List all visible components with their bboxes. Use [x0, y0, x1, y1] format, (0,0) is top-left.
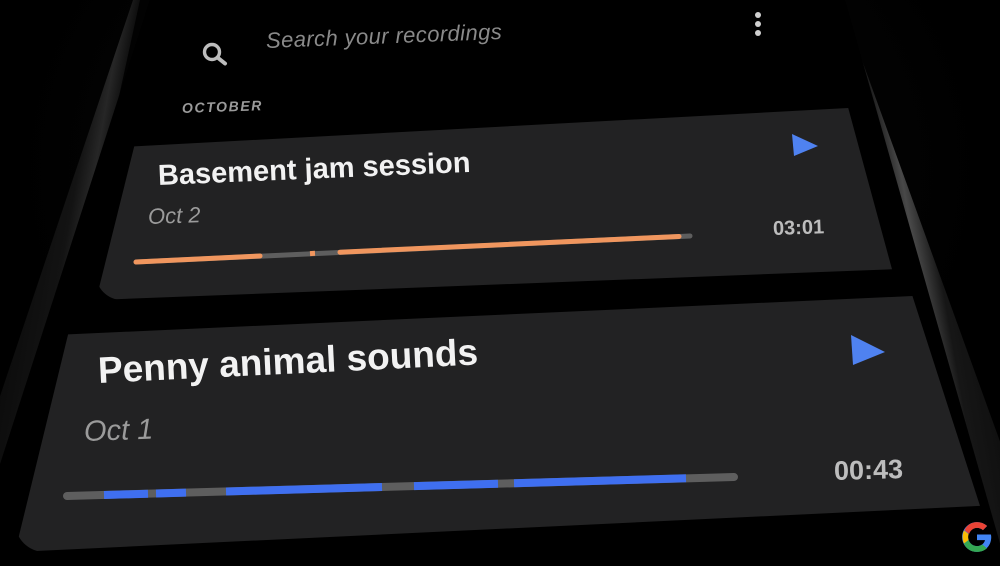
- waveform-segment: [413, 479, 499, 491]
- play-icon[interactable]: [790, 132, 820, 158]
- recording-duration: 00:43: [833, 454, 904, 486]
- search-icon[interactable]: [200, 40, 230, 70]
- waveform-segment: [513, 474, 687, 488]
- recording-duration: 03:01: [772, 216, 825, 240]
- waveform-segment: [155, 488, 187, 498]
- recording-date: Oct 2: [147, 202, 201, 229]
- waveform-segment: [103, 489, 149, 499]
- search-input[interactable]: Search your recordings: [266, 19, 503, 54]
- section-header-october: OCTOBER: [181, 97, 264, 116]
- waveform-segment: [337, 234, 682, 255]
- more-options-icon[interactable]: [750, 10, 766, 38]
- playback-progress-bar[interactable]: [63, 468, 744, 504]
- google-logo: [962, 522, 992, 552]
- recorder-app-screenshot: Search your recordings OCTOBER Basement …: [0, 0, 1000, 566]
- playback-progress-bar[interactable]: [133, 232, 694, 266]
- play-icon[interactable]: [848, 332, 888, 368]
- waveform-segment: [133, 253, 263, 265]
- recording-card[interactable]: [15, 296, 980, 552]
- recording-card[interactable]: [96, 108, 892, 300]
- phone-screen: Search your recordings OCTOBER Basement …: [0, 0, 1000, 566]
- waveform-segment: [225, 483, 383, 496]
- recording-date: Oct 1: [83, 413, 154, 448]
